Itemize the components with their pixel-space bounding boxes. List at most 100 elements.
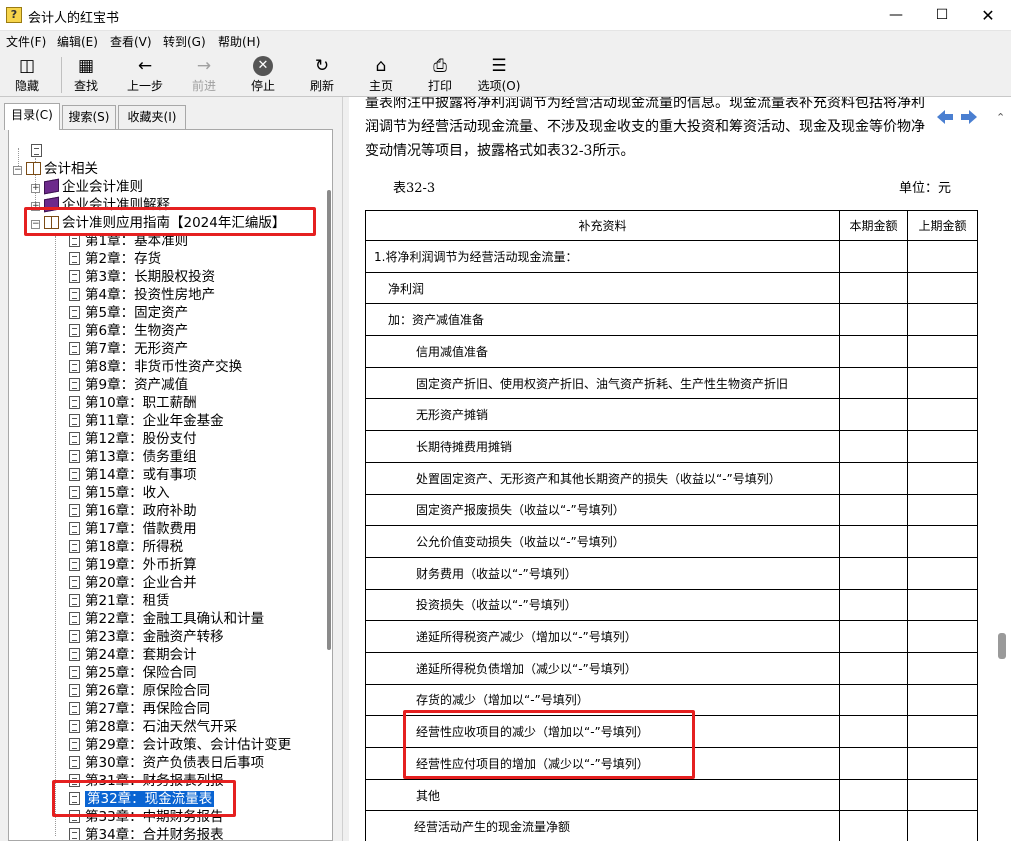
tree-item-chapter[interactable]: 第34章：合并财务报表 (69, 826, 224, 841)
tree-scroll-thumb[interactable] (327, 190, 331, 650)
pane-splitter[interactable] (342, 97, 349, 841)
tree-item-chapter[interactable]: 第10章：职工薪酬 (69, 394, 197, 412)
scroll-up-icon[interactable]: ⌃ (996, 111, 1005, 124)
tree-item-chapter[interactable]: 第11章：企业年金基金 (69, 412, 224, 430)
tree-item-chapter[interactable]: 第17章：借款费用 (69, 520, 197, 538)
menu-view[interactable]: 查看(V) (110, 33, 152, 50)
find-icon: ▦ (77, 56, 95, 76)
tree-item-chapter[interactable]: 第21章：租赁 (69, 592, 170, 610)
tree-item-chapter[interactable]: 第23章：金融资产转移 (69, 628, 224, 646)
content-scroll-thumb[interactable] (998, 633, 1006, 659)
maximize-button[interactable]: ☐ (919, 0, 965, 31)
tree-item-chapter[interactable]: 第14章：或有事项 (69, 466, 197, 484)
tree-item-chapter[interactable]: 第6章：生物资产 (69, 322, 188, 340)
tree-item-chapter[interactable]: 第13章：债务重组 (69, 448, 197, 466)
tree-chapter-label: 第12章：股份支付 (85, 431, 197, 447)
tree-item-chapter[interactable]: 第5章：固定资产 (69, 304, 188, 322)
tree-item-chapter[interactable]: 第8章：非货币性资产交换 (69, 358, 242, 376)
current-amount-cell (839, 620, 908, 653)
page-icon (69, 378, 80, 391)
close-button[interactable]: ✕ (965, 0, 1011, 31)
page-icon (69, 306, 80, 319)
current-amount-cell (839, 493, 908, 527)
menu-edit[interactable]: 编辑(E) (57, 33, 98, 50)
options-button[interactable]: ☰ 选项(O) (468, 53, 530, 95)
forward-button[interactable]: → 前进 (175, 53, 233, 95)
expand-icon[interactable]: + (31, 184, 40, 193)
page-icon (69, 450, 80, 463)
table-header-row: 补充资料 本期金额 上期金额 (365, 210, 978, 241)
app-icon: ? (6, 7, 22, 23)
tree-item-chapter[interactable]: 第9章：资产减值 (69, 376, 188, 394)
tree-item-top-page[interactable] (31, 142, 47, 160)
stop-button[interactable]: ✕ 停止 (234, 53, 292, 95)
tab-contents[interactable]: 目录(C) (4, 103, 60, 130)
page-icon (69, 828, 80, 840)
previous-amount-cell (907, 778, 978, 812)
find-button[interactable]: ▦ 查找 (57, 53, 115, 95)
menu-file[interactable]: 文件(F) (6, 33, 46, 50)
refresh-button[interactable]: ↻ 刷新 (293, 53, 351, 95)
prev-next-arrows-icon[interactable] (937, 109, 979, 125)
tree-item-chapter[interactable]: 第18章：所得税 (69, 538, 183, 556)
page-icon (69, 648, 80, 661)
tab-search[interactable]: 搜索(S) (62, 105, 116, 129)
previous-amount-cell (907, 461, 978, 495)
home-button[interactable]: ⌂ 主页 (352, 53, 410, 95)
tab-favorites[interactable]: 收藏夹(I) (118, 105, 186, 129)
tree-item-chapter[interactable]: 第28章：石油天然气开采 (69, 718, 237, 736)
collapse-icon[interactable]: − (13, 166, 22, 175)
minimize-button[interactable]: — (873, 0, 919, 31)
row-item-label: 经营活动产生的现金流量净额 (365, 810, 840, 841)
page-icon (69, 702, 80, 715)
tree-item-chapter[interactable]: 第4章：投资性房地产 (69, 286, 215, 304)
tree-item-chapter[interactable]: 第12章：股份支付 (69, 430, 197, 448)
table-row: 经营活动产生的现金流量净额 (365, 810, 978, 841)
menu-help[interactable]: 帮助(H) (218, 33, 260, 50)
page-icon (69, 468, 80, 481)
tree-item-chapter[interactable]: 第22章：金融工具确认和计量 (69, 610, 264, 628)
row-item-label: 固定资产报废损失（收益以“-”号填列） (365, 493, 840, 527)
tree-scrollbar[interactable] (325, 130, 332, 840)
row-item-label: 信用减值准备 (365, 335, 840, 368)
tree-item-chapter[interactable]: 第30章：资产负债表日后事项 (69, 754, 264, 772)
tree-item-chapter[interactable]: 第20章：企业合并 (69, 574, 197, 592)
title-bar: ? 会计人的红宝书 — ☐ ✕ (0, 0, 1011, 31)
tree-item-chapter[interactable]: 第26章：原保险合同 (69, 682, 210, 700)
previous-amount-cell (907, 240, 978, 273)
tree-item-guide[interactable]: − 会计准则应用指南【2024年汇编版】 (31, 214, 286, 232)
print-button[interactable]: ⎙ 打印 (411, 53, 469, 95)
row-item-label: 公允价值变动损失（收益以“-”号填列） (365, 525, 840, 558)
tree-item-chapter[interactable]: 第24章：套期会计 (69, 646, 197, 664)
collapse-icon[interactable]: − (31, 220, 40, 229)
menu-goto[interactable]: 转到(G) (163, 33, 206, 50)
home-icon: ⌂ (375, 56, 387, 76)
tree-chapter-label: 第26章：原保险合同 (85, 683, 211, 699)
tree-item-chapter[interactable]: 第7章：无形资产 (69, 340, 188, 358)
hide-button[interactable]: ◫ 隐藏 (0, 53, 56, 95)
back-button[interactable]: ← 上一步 (116, 53, 174, 95)
page-nav-arrows[interactable] (937, 109, 979, 125)
tree-item-chapter[interactable]: 第27章：再保险合同 (69, 700, 210, 718)
tree-item-chapter[interactable]: 第15章：收入 (69, 484, 170, 502)
content-scrollbar[interactable]: ⌃ (993, 97, 1011, 841)
hide-pane-icon: ◫ (18, 56, 36, 76)
row-item-label: 递延所得税负债增加（减少以“-”号填列） (365, 651, 840, 685)
tree-item-chapter[interactable]: 第29章：会计政策、会计估计变更 (69, 736, 291, 754)
tree-chapter-label: 第34章：合并财务报表 (85, 827, 224, 841)
tree-chapter-label: 第7章：无形资产 (85, 341, 189, 357)
page-icon (69, 540, 80, 553)
tree-item-chapter[interactable]: 第2章：存货 (69, 250, 161, 268)
tree-chapter-label: 第24章：套期会计 (85, 647, 197, 663)
row-item-label: 递延所得税资产减少（增加以“-”号填列） (365, 620, 840, 653)
tree-item-root[interactable]: − 会计相关 (13, 160, 98, 178)
printer-icon: ⎙ (433, 56, 447, 76)
tree-item-chapter[interactable]: 第3章：长期股权投资 (69, 268, 215, 286)
tree-item-chapter[interactable]: 第25章：保险合同 (69, 664, 197, 682)
current-amount-cell (839, 303, 908, 337)
tree-item-book[interactable]: + 企业会计准则 (31, 178, 143, 196)
tree-item-chapter[interactable]: 第16章：政府补助 (69, 502, 197, 520)
tree-item-chapter[interactable]: 第19章：外币折算 (69, 556, 197, 574)
page-icon (69, 558, 80, 571)
row-item-label: 财务费用（收益以“-”号填列） (365, 556, 840, 590)
